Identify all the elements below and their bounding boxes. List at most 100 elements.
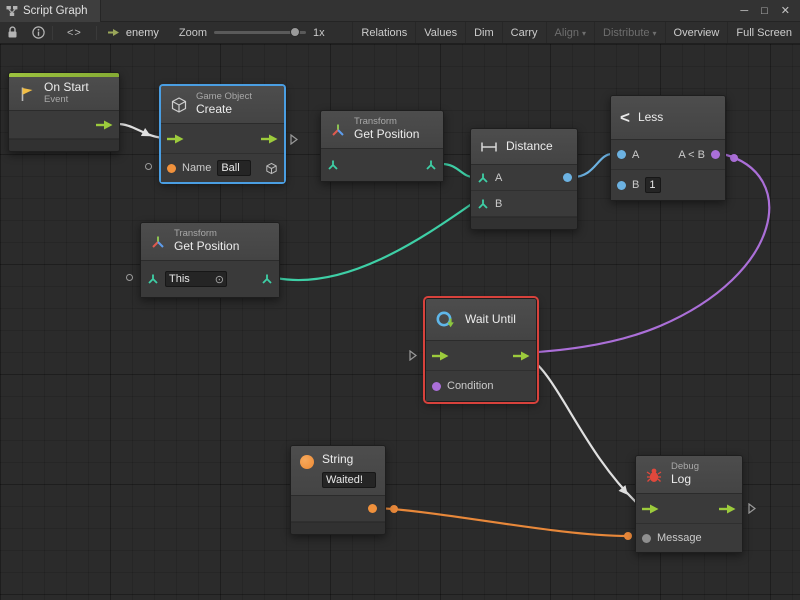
string-output-port[interactable] xyxy=(368,504,377,513)
less-input-a-port[interactable] xyxy=(617,150,626,159)
zoom-slider[interactable] xyxy=(214,31,306,34)
code-view-button[interactable]: <> xyxy=(53,27,96,39)
less-input-b-port[interactable] xyxy=(617,181,626,190)
distribute-button[interactable]: Distribute▾ xyxy=(594,22,664,43)
node-subtitle: Event xyxy=(44,95,89,106)
flow-input-port[interactable] xyxy=(167,134,184,144)
node-header: Game Object Create xyxy=(161,86,284,124)
node-distance[interactable]: Distance A B xyxy=(470,128,578,230)
vector-output-port[interactable] xyxy=(425,159,437,171)
less-icon: < xyxy=(620,108,630,128)
dim-button[interactable]: Dim xyxy=(465,22,502,43)
transform-input-port[interactable] xyxy=(147,273,159,285)
node-string-literal[interactable]: String xyxy=(290,445,386,535)
graph-canvas[interactable]: On Start Event Game Object xyxy=(0,44,800,600)
name-port-label: Name xyxy=(182,162,211,174)
node-header: Debug Log xyxy=(636,456,742,494)
wire-getposition-to-distance-a xyxy=(442,164,473,177)
vector-input-port-a[interactable] xyxy=(477,172,489,184)
carry-button[interactable]: Carry xyxy=(502,22,546,43)
node-title: Log xyxy=(671,473,699,487)
node-title: Distance xyxy=(506,140,553,154)
overview-button[interactable]: Overview xyxy=(665,22,728,43)
node-less[interactable]: < Less A A < B B xyxy=(610,95,726,201)
transform-input-port[interactable] xyxy=(327,159,339,171)
node-title: String xyxy=(322,453,376,467)
lock-icon xyxy=(7,26,18,39)
title-bar: Script Graph ─ □ ✕ xyxy=(0,0,800,22)
b-value-field[interactable] xyxy=(645,177,661,193)
flow-output-port[interactable] xyxy=(719,504,736,514)
node-on-start-event[interactable]: On Start Event xyxy=(8,72,120,152)
node-header: String xyxy=(291,446,385,496)
node-wait-until[interactable]: Wait Until Condition xyxy=(425,298,537,402)
target-picker-icon[interactable]: ⊙ xyxy=(215,273,224,286)
relations-button[interactable]: Relations xyxy=(352,22,415,43)
flow-continuation-hint[interactable] xyxy=(409,350,417,361)
node-header: < Less xyxy=(611,96,725,140)
node-create-gameobject[interactable]: Game Object Create Name xyxy=(160,85,285,183)
tab-script-graph[interactable]: Script Graph xyxy=(0,0,101,22)
unconnected-input-hint[interactable] xyxy=(145,163,152,170)
message-input-port[interactable] xyxy=(642,534,651,543)
node-header: Wait Until xyxy=(426,299,536,341)
cube-icon xyxy=(170,96,188,114)
zoom-control: Zoom 1x xyxy=(169,27,335,39)
bug-icon xyxy=(645,467,663,483)
message-label: Message xyxy=(657,532,702,544)
less-output-port[interactable] xyxy=(711,150,720,159)
vector-input-port-b[interactable] xyxy=(477,198,489,210)
transform-icon xyxy=(330,122,346,138)
info-icon xyxy=(32,26,45,39)
name-input-port[interactable] xyxy=(167,164,176,173)
minimize-icon[interactable]: ─ xyxy=(740,5,748,17)
node-header: Distance xyxy=(471,129,577,165)
chevron-down-icon: ▾ xyxy=(653,29,657,38)
graph-toolbar: <> enemy Zoom 1x Relations Values Dim Ca… xyxy=(0,22,800,44)
node-title: On Start xyxy=(44,81,89,95)
flow-output-port[interactable] xyxy=(261,134,278,144)
flow-continuation-hint[interactable] xyxy=(290,134,298,145)
node-get-position-top[interactable]: Transform Get Position xyxy=(320,110,444,182)
wire-waituntil-to-log xyxy=(524,355,640,506)
node-footer xyxy=(471,217,577,229)
flow-input-port[interactable] xyxy=(432,351,449,361)
node-header: Transform Get Position xyxy=(321,111,443,149)
distance-icon xyxy=(480,141,498,153)
values-button[interactable]: Values xyxy=(415,22,465,43)
name-value-field[interactable] xyxy=(217,160,251,176)
node-title: Get Position xyxy=(354,128,419,142)
node-get-position-bottom[interactable]: Transform Get Position ⊙ xyxy=(140,222,280,298)
unconnected-input-hint[interactable] xyxy=(126,274,133,281)
string-value-field[interactable] xyxy=(322,472,376,488)
graph-name-label: enemy xyxy=(126,27,159,39)
result-label: A < B xyxy=(678,149,705,161)
gameobject-picker-icon[interactable] xyxy=(265,162,278,175)
wire-string-to-log-message xyxy=(378,508,628,536)
condition-label: Condition xyxy=(447,380,493,392)
maximize-icon[interactable]: □ xyxy=(761,5,768,17)
port-a-label: A xyxy=(495,172,502,184)
script-graph-icon xyxy=(107,28,121,37)
node-footer xyxy=(9,139,119,151)
graph-name: enemy xyxy=(97,27,169,39)
flow-output-port[interactable] xyxy=(513,351,530,361)
wire-endpoint-dot xyxy=(390,505,398,513)
wire-endpoint-dot xyxy=(730,154,738,162)
info-button[interactable] xyxy=(25,22,52,43)
lock-button[interactable] xyxy=(0,22,25,43)
flow-input-port[interactable] xyxy=(642,504,659,514)
fullscreen-button[interactable]: Full Screen xyxy=(727,22,800,43)
condition-input-port[interactable] xyxy=(432,382,441,391)
zoom-slider-knob[interactable] xyxy=(290,27,300,37)
wire-endpoint-dot xyxy=(624,532,632,540)
distance-output-port[interactable] xyxy=(563,173,572,182)
vector-output-port[interactable] xyxy=(261,273,273,285)
align-button[interactable]: Align▾ xyxy=(546,22,594,43)
flag-icon xyxy=(18,85,36,103)
node-title: Get Position xyxy=(174,240,239,254)
flow-output-port[interactable] xyxy=(96,120,113,130)
node-debug-log[interactable]: Debug Log Message xyxy=(635,455,743,553)
close-icon[interactable]: ✕ xyxy=(781,4,790,17)
flow-continuation-hint[interactable] xyxy=(748,503,756,514)
